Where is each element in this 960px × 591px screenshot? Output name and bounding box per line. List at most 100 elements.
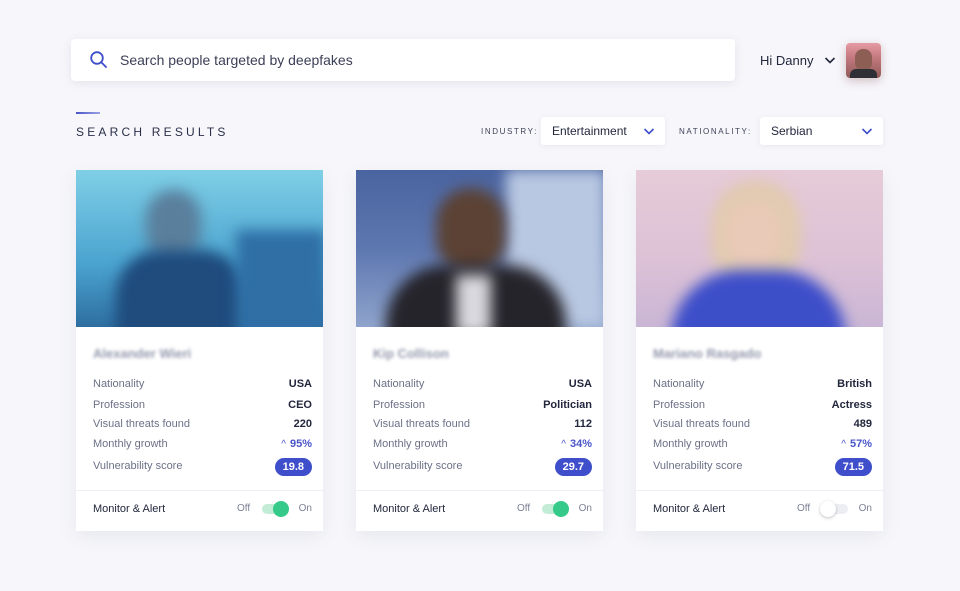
score-label: Vulnerability score [653,460,743,472]
threats-label: Visual threats found [93,418,191,430]
person-name: Kip Collison [373,346,449,361]
nationality-select-value: Serbian [771,124,813,138]
nationality-label: Nationality [93,378,145,390]
arrow-up-icon: ^ [281,439,286,450]
threats-value: 220 [293,418,312,430]
score-badge: 71.5 [834,458,872,476]
card-divider [356,490,603,491]
avatar-face [855,49,872,71]
score-label: Vulnerability score [93,460,183,472]
monitor-alert-label: Monitor & Alert [373,503,446,515]
profession-row: Profession Politician [373,399,592,415]
monitor-toggle-group: Off On [782,501,872,517]
user-greeting: Hi Danny [760,52,814,68]
growth-label: Monthly growth [373,438,448,450]
growth-percent: 95% [289,438,312,450]
nationality-filter-label: NATIONALITY: [679,127,752,136]
score-row: Vulnerability score 19.8 [93,458,312,476]
growth-percent: 57% [849,438,872,450]
monitor-alert-label: Monitor & Alert [93,503,166,515]
monitor-alert-label: Monitor & Alert [653,503,726,515]
person-name: Alexander Wieri [93,346,192,361]
chevron-down-icon [861,128,873,135]
threats-row: Visual threats found 112 [373,418,592,434]
nationality-label: Nationality [373,378,425,390]
avatar-shirt [850,69,877,78]
person-card[interactable]: Alexander Wieri Nationality USA Professi… [76,170,323,531]
user-menu[interactable]: Hi Danny [760,43,837,77]
score-badge: 29.7 [554,458,592,476]
arrow-up-icon: ^ [561,439,566,450]
person-photo [636,170,883,327]
score-label: Vulnerability score [373,460,463,472]
growth-row: Monthly growth ^ 95% [93,438,312,454]
nationality-row: Nationality British [653,378,872,394]
search-bar[interactable] [71,39,735,81]
profession-label: Profession [653,399,705,411]
threats-label: Visual threats found [373,418,471,430]
growth-row: Monthly growth ^ 34% [373,438,592,454]
monitor-toggle[interactable] [820,501,848,517]
threats-row: Visual threats found 220 [93,418,312,434]
score-row: Vulnerability score 29.7 [373,458,592,476]
toggle-knob [273,501,289,517]
threats-value: 112 [574,418,592,430]
nationality-value: USA [288,378,312,390]
card-divider [76,490,323,491]
toggle-off-label: Off [797,503,811,514]
results-accent-line [76,112,100,114]
toggle-off-label: Off [237,503,251,514]
profession-row: Profession Actress [653,399,872,415]
toggle-on-label: On [858,503,872,514]
results-title: SEARCH RESULTS [76,125,229,139]
card-divider [636,490,883,491]
chevron-down-icon[interactable] [823,53,837,67]
monitor-toggle-group: Off On [222,501,312,517]
growth-label: Monthly growth [93,438,168,450]
toggle-knob [553,501,569,517]
monitor-toggle-group: Off On [502,501,592,517]
industry-filter-label: INDUSTRY: [481,127,538,136]
profession-label: Profession [373,399,425,411]
nationality-select[interactable]: Serbian [760,117,883,145]
nationality-label: Nationality [653,378,705,390]
profession-value: Actress [831,399,872,411]
threats-value: 489 [853,418,872,430]
threats-label: Visual threats found [653,418,751,430]
person-photo [76,170,323,327]
nationality-row: Nationality USA [93,378,312,394]
toggle-off-label: Off [517,503,531,514]
person-card[interactable]: Kip Collison Nationality USA Profession … [356,170,603,531]
person-photo [356,170,603,327]
industry-select[interactable]: Entertainment [541,117,665,145]
industry-select-value: Entertainment [552,124,627,138]
toggle-on-label: On [578,503,592,514]
person-name: Mariano Rasgado [653,346,762,361]
score-row: Vulnerability score 71.5 [653,458,872,476]
growth-row: Monthly growth ^ 57% [653,438,872,454]
growth-value: ^ 95% [281,438,312,450]
profession-row: Profession CEO [93,399,312,415]
monitor-toggle[interactable] [262,501,289,517]
chevron-down-icon [643,128,655,135]
nationality-value: British [837,378,872,390]
person-card[interactable]: Mariano Rasgado Nationality British Prof… [636,170,883,531]
avatar[interactable] [846,43,881,78]
search-input[interactable] [120,39,720,81]
growth-percent: 34% [569,438,592,450]
toggle-knob [820,501,836,517]
profession-value: Politician [543,399,592,411]
profession-label: Profession [93,399,145,411]
growth-value: ^ 57% [841,438,872,450]
monitor-toggle[interactable] [542,501,569,517]
search-icon[interactable] [89,50,109,70]
growth-value: ^ 34% [561,438,592,450]
arrow-up-icon: ^ [841,439,846,450]
nationality-value: USA [568,378,592,390]
growth-label: Monthly growth [653,438,728,450]
profession-value: CEO [288,399,312,411]
toggle-on-label: On [298,503,312,514]
score-badge: 19.8 [274,458,312,476]
nationality-row: Nationality USA [373,378,592,394]
threats-row: Visual threats found 489 [653,418,872,434]
